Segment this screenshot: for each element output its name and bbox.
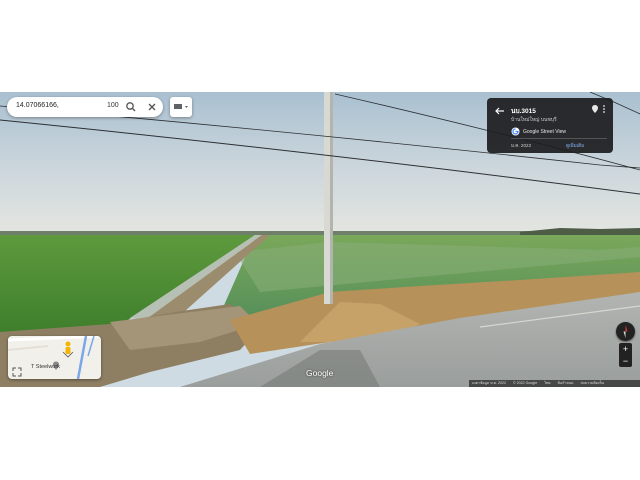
attribution-bar: เมตาข้อมูล ข.ค. 2022 © 2022 Google ไทย ข… <box>469 380 640 387</box>
minimap-place-label: T Steelwork <box>31 364 60 370</box>
pegman-icon[interactable] <box>60 340 76 358</box>
see-more-link[interactable]: ดูเพิ่มเติม <box>566 143 584 150</box>
search-box[interactable]: 14.07066166, 100 <box>7 97 163 117</box>
card-divider <box>511 138 607 139</box>
layers-icon <box>174 104 188 109</box>
attribution-terms[interactable]: ข้อกำหนด <box>558 381 574 385</box>
search-icon[interactable] <box>124 100 138 114</box>
utility-pole-shade <box>330 92 333 304</box>
back-arrow-icon[interactable] <box>493 104 507 118</box>
layers-button[interactable] <box>170 97 192 117</box>
attribution-language[interactable]: ไทย <box>544 381 550 385</box>
attribution-metadata[interactable]: เมตาข้อมูล ข.ค. 2022 <box>472 381 506 385</box>
compass-button[interactable] <box>616 322 635 341</box>
google-logo-icon <box>511 127 520 136</box>
zoom-in-button[interactable]: + <box>619 343 632 355</box>
close-icon[interactable] <box>145 100 159 114</box>
location-title: นบ.3015 <box>511 108 536 115</box>
zoom-out-button[interactable]: − <box>619 355 632 367</box>
expand-icon[interactable] <box>12 367 22 377</box>
capture-date: ม.ค. 2022 <box>511 143 532 148</box>
source-label: Google Street View <box>523 129 566 135</box>
minimap[interactable]: T Steelwork <box>8 336 101 379</box>
pin-icon[interactable] <box>590 104 600 114</box>
more-options-icon[interactable] <box>600 104 608 114</box>
location-subtitle: บ้านใหม่ใหญ่ บนชบุรี <box>511 117 557 123</box>
compass-icon <box>623 325 628 338</box>
attribution-feedback[interactable]: ส่งความคิดเห็น <box>581 381 605 385</box>
search-query[interactable]: 14.07066166, <box>16 102 59 109</box>
location-info-card[interactable]: นบ.3015 บ้านใหม่ใหญ่ บนชบุรี Google Stre… <box>487 98 613 153</box>
street-view-panorama[interactable]: 14.07066166, 100 นบ.3015 บ้านใหม่ใหญ่ บน… <box>0 92 640 387</box>
search-value: 100 <box>107 102 119 109</box>
attribution-copyright: © 2022 Google <box>513 381 538 385</box>
zoom-controls[interactable]: + − <box>619 343 632 367</box>
google-logo: Google <box>306 368 334 378</box>
